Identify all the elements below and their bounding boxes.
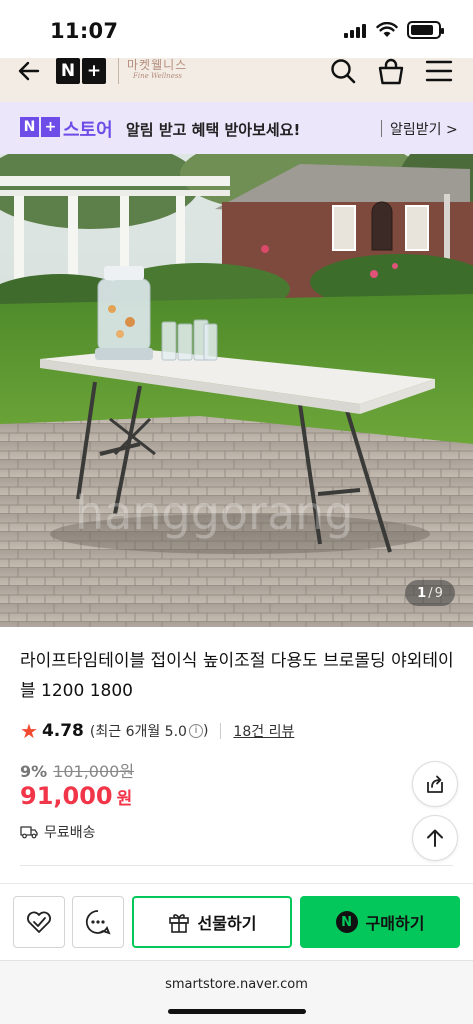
banner-divider (381, 120, 382, 137)
original-price: 101,000원 (53, 762, 135, 781)
rating-row: ★ 4.78 (최근 6개월 5.0 i ) 18건 리뷰 (20, 719, 294, 743)
store-header: N + 마켓웰니스 Fine Wellness (0, 58, 473, 102)
status-time: 11:07 (50, 19, 119, 43)
sale-price: 91,000 원 (20, 782, 132, 810)
menu-icon[interactable] (425, 58, 453, 86)
arrow-up-icon (427, 829, 443, 847)
rating-recent: (최근 6개월 5.0 (89, 724, 187, 740)
shipping-label: 무료배송 (44, 825, 96, 841)
naver-plus-logo[interactable]: N + (56, 58, 108, 84)
gift-button[interactable]: 선물하기 (132, 896, 292, 948)
product-image-gallery[interactable]: hanggorang (0, 154, 473, 627)
status-bar: 11:07 (0, 0, 473, 58)
cellular-signal-icon (344, 24, 368, 38)
reviews-link[interactable]: 18건 리뷰 (233, 721, 294, 741)
rating-recent-close: ) (202, 723, 209, 739)
pager-separator: / (428, 585, 433, 601)
discount-row: 9% 101,000원 (20, 758, 134, 782)
info-icon[interactable]: i (188, 724, 203, 738)
banner-message: 알림 받고 혜택 받아보세요! (126, 121, 301, 139)
purchase-action-bar: 선물하기 N 구매하기 (0, 884, 473, 960)
banner-plus: + (41, 117, 60, 137)
shipping-info: 무료배송 (20, 822, 96, 842)
gift-icon (168, 914, 189, 933)
product-photo: hanggorang (0, 154, 473, 627)
chat-button[interactable] (72, 896, 124, 948)
shopping-bag-icon[interactable] (377, 58, 405, 86)
battery-icon (407, 21, 444, 39)
banner-n: N (20, 117, 39, 137)
watermark: hanggorang (75, 486, 354, 540)
buy-label: 구매하기 (365, 914, 425, 933)
price-unit: 원 (116, 789, 133, 809)
chat-icon (85, 910, 111, 935)
buy-button[interactable]: N 구매하기 (300, 896, 460, 948)
share-button[interactable] (412, 761, 458, 807)
divider (20, 865, 453, 866)
truck-icon (20, 826, 38, 839)
rating-divider (220, 723, 222, 739)
scroll-top-button[interactable] (412, 815, 458, 861)
browser-address-bar[interactable]: smartstore.naver.com (0, 960, 473, 1024)
wifi-icon (376, 22, 398, 37)
gift-label: 선물하기 (197, 914, 257, 933)
back-arrow-icon[interactable] (16, 58, 44, 84)
discount-percent: 9% (20, 762, 48, 781)
pager-current: 1 (417, 585, 427, 601)
product-title: 라이프타임테이블 접이식 높이조절 다용도 브로몰딩 야외테이블 1200 18… (20, 651, 454, 701)
shop-subtitle: Fine Wellness (132, 72, 183, 80)
star-icon: ★ (20, 719, 38, 743)
gallery-pager: 1 / 9 (405, 580, 455, 606)
search-icon[interactable] (329, 58, 357, 86)
shop-logo[interactable]: 마켓웰니스 Fine Wellness (118, 58, 188, 84)
notification-banner[interactable]: N + 스토어 알림 받고 혜택 받아보세요! 알림받기 > (0, 102, 473, 154)
rating-score: 4.78 (41, 721, 84, 741)
naver-plus-store-logo: N + (20, 117, 60, 137)
notify-button[interactable]: 알림받기 > (390, 119, 458, 139)
home-indicator (168, 1009, 306, 1014)
wishlist-button[interactable] (13, 896, 65, 948)
pager-total: 9 (434, 585, 443, 601)
np-n: N (56, 58, 80, 84)
naver-pay-icon: N (335, 911, 358, 933)
share-icon (427, 775, 443, 793)
banner-store-label: 스토어 (63, 120, 113, 141)
price-value: 91,000 (20, 782, 113, 810)
shop-name: 마켓웰니스 (127, 58, 188, 72)
np-plus: + (82, 58, 106, 84)
heart-check-icon (27, 911, 51, 933)
url-text: smartstore.naver.com (165, 977, 308, 992)
